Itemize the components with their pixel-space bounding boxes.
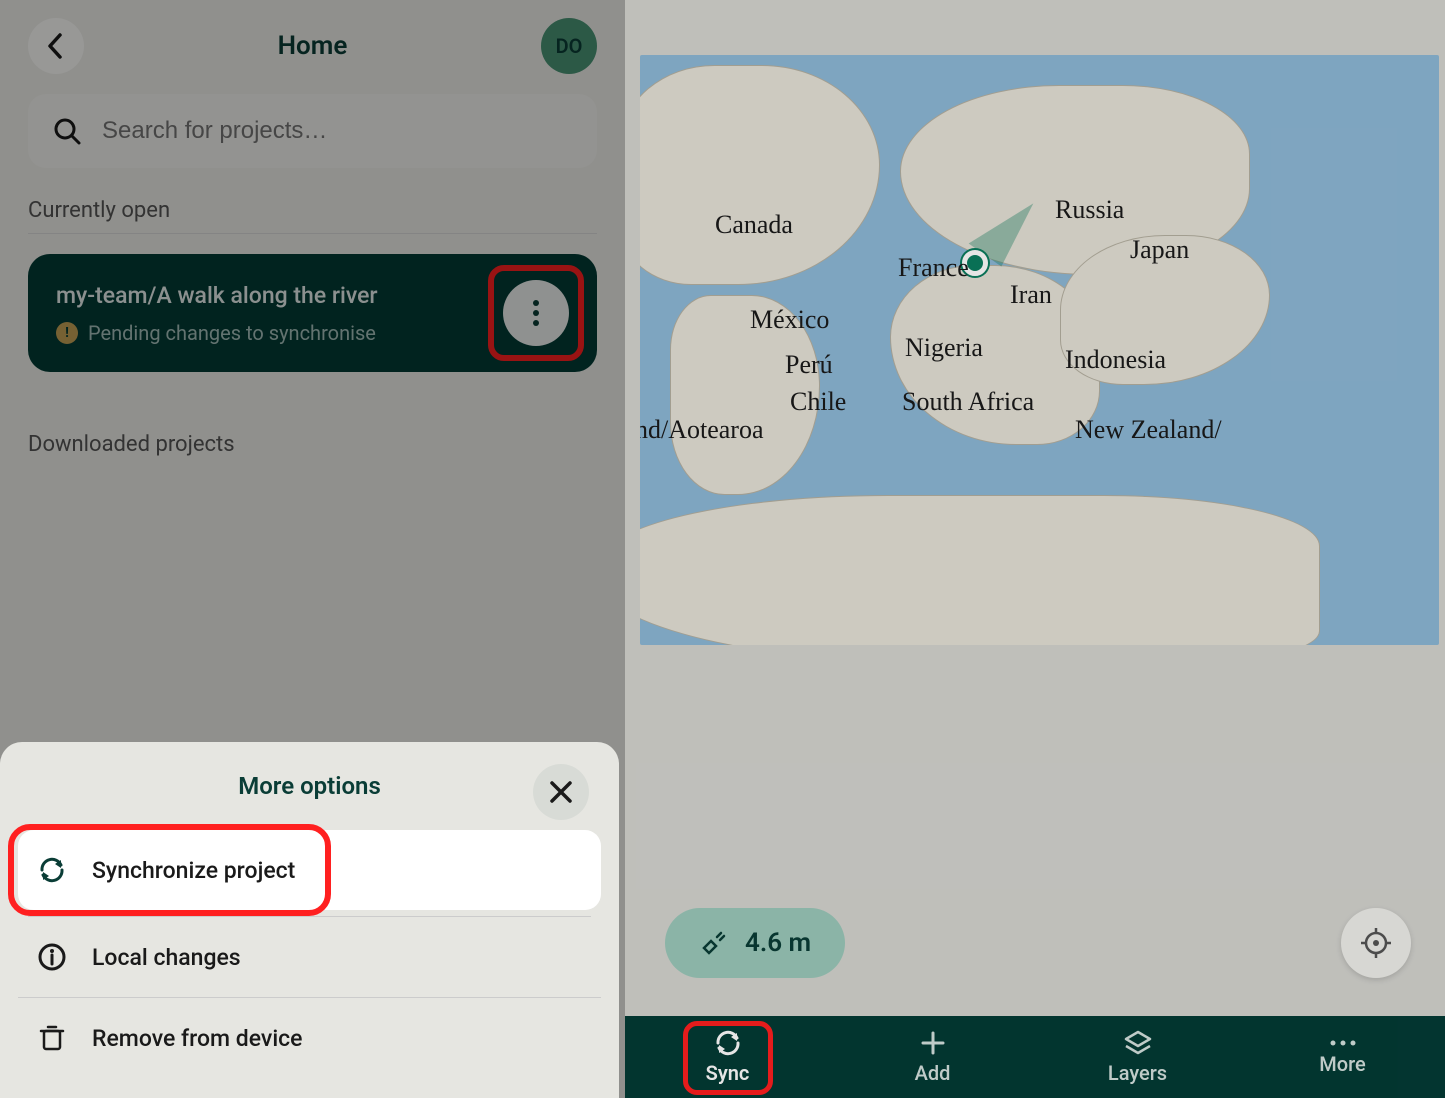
map-label-peru: Perú [785, 350, 833, 380]
header-row: Home DO [28, 18, 597, 74]
crosshair-icon [1359, 926, 1393, 960]
map-panel: Canada Russia France Iran Japan México N… [625, 0, 1445, 1098]
page-title: Home [278, 31, 348, 61]
nav-layers[interactable]: Layers [1078, 1029, 1198, 1085]
locate-me-button[interactable] [1341, 908, 1411, 978]
back-button[interactable] [28, 18, 84, 74]
section-currently-open: Currently open [28, 198, 597, 223]
map-label-chile: Chile [790, 387, 846, 417]
option-synchronize[interactable]: Synchronize project [18, 830, 601, 910]
divider [28, 233, 597, 234]
map-view[interactable]: Canada Russia France Iran Japan México N… [640, 55, 1439, 645]
project-title: my-team/A walk along the river [56, 282, 378, 309]
info-icon [36, 941, 68, 973]
layers-icon [1123, 1029, 1153, 1057]
map-label-nz-left: nd/Aotearoa [640, 415, 764, 445]
user-avatar[interactable]: DO [541, 18, 597, 74]
bottom-navbar: Sync Add Layers More [625, 1016, 1445, 1098]
option-label: Synchronize project [92, 857, 295, 884]
sync-icon [36, 854, 68, 886]
plus-icon [919, 1029, 947, 1057]
gps-accuracy-pill[interactable]: 4.6 m [665, 908, 845, 978]
nav-label: Add [915, 1061, 951, 1085]
more-options-sheet: More options Synchronize project [0, 742, 619, 1098]
sync-icon [713, 1029, 743, 1057]
map-label-nz-right: New Zealand/ [1075, 415, 1222, 445]
search-icon [52, 116, 82, 146]
map-label-south-africa: South Africa [902, 387, 1034, 417]
map-label-japan: Japan [1130, 235, 1189, 265]
close-button[interactable] [533, 764, 589, 820]
nav-label: More [1319, 1052, 1365, 1076]
trash-icon [36, 1022, 68, 1054]
map-label-iran: Iran [1010, 280, 1052, 310]
projects-panel: Home DO Currently open my-team/A walk al… [0, 0, 625, 1098]
gps-accuracy-value: 4.6 m [745, 928, 811, 958]
nav-sync[interactable]: Sync [668, 1029, 788, 1085]
warning-icon: ! [56, 322, 78, 344]
map-label-nigeria: Nigeria [905, 333, 983, 363]
more-icon [1328, 1038, 1358, 1048]
close-icon [548, 779, 574, 805]
map-label-france: France [898, 253, 969, 283]
project-card[interactable]: my-team/A walk along the river ! Pending… [28, 254, 597, 372]
map-label-canada: Canada [715, 210, 793, 240]
more-options-button[interactable] [503, 280, 569, 346]
project-status-text: Pending changes to synchronise [88, 321, 376, 345]
search-input[interactable] [102, 117, 573, 145]
map-label-mexico: México [750, 305, 829, 335]
sheet-title: More options [28, 772, 591, 800]
map-label-indonesia: Indonesia [1065, 345, 1166, 375]
search-bar[interactable] [28, 94, 597, 168]
section-downloaded: Downloaded projects [28, 432, 597, 457]
option-label: Remove from device [92, 1025, 303, 1052]
option-local-changes[interactable]: Local changes [18, 917, 601, 998]
project-status: ! Pending changes to synchronise [56, 321, 378, 345]
satellite-icon [699, 928, 729, 958]
option-remove[interactable]: Remove from device [18, 998, 601, 1078]
map-label-russia: Russia [1055, 195, 1124, 225]
nav-label: Layers [1108, 1061, 1167, 1085]
nav-label: Sync [706, 1061, 750, 1085]
nav-add[interactable]: Add [873, 1029, 993, 1085]
chevron-left-icon [46, 32, 66, 60]
option-label: Local changes [92, 944, 241, 971]
nav-more[interactable]: More [1283, 1038, 1403, 1076]
